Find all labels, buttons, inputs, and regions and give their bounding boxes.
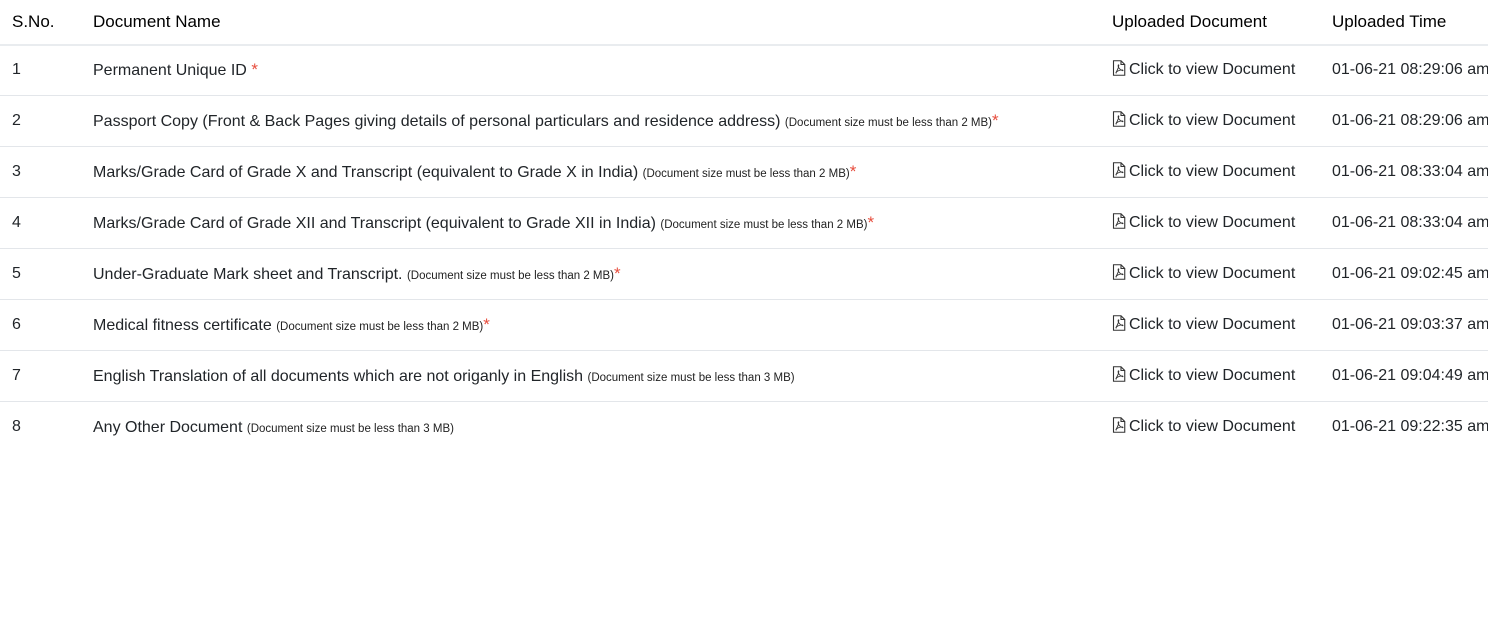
document-size-note: (Document size must be less than 2 MB) bbox=[784, 117, 993, 129]
row-document-name: Under-Graduate Mark sheet and Transcript… bbox=[93, 248, 1112, 300]
pdf-file-icon bbox=[1112, 416, 1126, 433]
row-uploaded-time: 01-06-21 09:02:45 am bbox=[1332, 248, 1488, 300]
row-uploaded-document: Click to view Document bbox=[1112, 45, 1332, 96]
header-row: S.No. Document Name Uploaded Document Up… bbox=[0, 0, 1488, 46]
pdf-file-icon bbox=[1112, 59, 1126, 76]
row-uploaded-document: Click to view Document bbox=[1112, 299, 1332, 351]
view-document-label: Click to view Document bbox=[1129, 112, 1296, 129]
table-row: 1 Permanent Unique ID * Click to view Docu… bbox=[0, 45, 1488, 96]
row-uploaded-time: 01-06-21 08:33:04 am bbox=[1332, 146, 1488, 198]
row-uploaded-document: Click to view Document bbox=[1112, 248, 1332, 300]
row-uploaded-time: 01-06-21 08:29:06 am bbox=[1332, 95, 1488, 147]
row-document-name: Medical fitness certificate (Document si… bbox=[93, 299, 1112, 351]
view-document-label: Click to view Document bbox=[1129, 61, 1296, 78]
document-name: Permanent Unique ID bbox=[93, 62, 247, 79]
table-row: 3 Marks/Grade Card of Grade X and Transcr… bbox=[0, 146, 1488, 198]
required-asterisk: * bbox=[849, 162, 857, 181]
view-document-label: Click to view Document bbox=[1129, 418, 1296, 435]
row-document-name: Permanent Unique ID * bbox=[93, 45, 1112, 96]
row-sno: 7 bbox=[0, 350, 93, 402]
table-row: 4 Marks/Grade Card of Grade XII and Trans… bbox=[0, 197, 1488, 249]
document-name: Marks/Grade Card of Grade X and Transcri… bbox=[93, 164, 639, 181]
row-sno: 6 bbox=[0, 299, 93, 351]
document-size-note: (Document size must be less than 3 MB) bbox=[246, 423, 454, 435]
row-sno: 2 bbox=[0, 95, 93, 147]
document-name: English Translation of all documents whi… bbox=[93, 368, 584, 385]
view-document-link[interactable]: Click to view Document bbox=[1112, 161, 1296, 180]
required-asterisk: * bbox=[251, 60, 258, 79]
row-uploaded-time: 01-06-21 08:29:06 am bbox=[1332, 61, 1488, 78]
row-uploaded-document: Click to view Document bbox=[1112, 401, 1332, 452]
table-row: 6 Medical fitness certificate (Document s… bbox=[0, 299, 1488, 351]
row-sno: 8 bbox=[0, 401, 93, 452]
header-sno: S.No. bbox=[0, 0, 93, 46]
view-document-label: Click to view Document bbox=[1129, 214, 1296, 231]
row-uploaded-time: 01-06-21 09:22:35 am bbox=[1332, 401, 1488, 452]
view-document-link[interactable]: Click to view Document bbox=[1112, 314, 1296, 333]
document-name: Passport Copy (Front & Back Pages giving… bbox=[93, 113, 781, 130]
table-row: 5 Under-Graduate Mark sheet and Transcrip… bbox=[0, 248, 1488, 300]
row-sno: 4 bbox=[0, 197, 93, 249]
header-uploaded-document: Uploaded Document bbox=[1112, 0, 1332, 46]
view-document-link[interactable]: Click to view Document bbox=[1112, 263, 1296, 282]
row-sno: 5 bbox=[0, 248, 93, 300]
table-row: 8 Any Other Document (Document size must … bbox=[0, 401, 1488, 452]
uploaded-documents-table: S.No. Document Name Uploaded Document Up… bbox=[0, 0, 1488, 452]
view-document-label: Click to view Document bbox=[1129, 265, 1296, 282]
row-uploaded-document: Click to view Document bbox=[1112, 146, 1332, 198]
row-sno: 1 bbox=[12, 61, 21, 78]
view-document-link[interactable]: Click to view Document bbox=[1112, 416, 1296, 435]
document-size-note: (Document size must be less than 2 MB) bbox=[406, 270, 615, 282]
table-row: 7 English Translation of all documents wh… bbox=[0, 350, 1488, 402]
required-asterisk: * bbox=[867, 213, 875, 232]
view-document-link[interactable]: Click to view Document bbox=[1112, 59, 1296, 78]
row-document-name: Marks/Grade Card of Grade X and Transcri… bbox=[93, 146, 1112, 198]
view-document-label: Click to view Document bbox=[1129, 367, 1296, 384]
required-asterisk: * bbox=[483, 315, 490, 334]
row-uploaded-time: 01-06-21 08:33:04 am bbox=[1332, 197, 1488, 249]
document-name: Marks/Grade Card of Grade XII and Transc… bbox=[93, 215, 656, 232]
row-uploaded-time: 01-06-21 09:04:49 am bbox=[1332, 350, 1488, 402]
header-document-name: Document Name bbox=[93, 0, 1112, 46]
document-size-note: (Document size must be less than 2 MB) bbox=[642, 168, 850, 180]
pdf-file-icon bbox=[1112, 365, 1126, 382]
row-uploaded-document: Click to view Document bbox=[1112, 197, 1332, 249]
document-size-note: (Document size must be less than 2 MB) bbox=[660, 219, 868, 231]
row-document-name: Marks/Grade Card of Grade XII and Transc… bbox=[93, 197, 1112, 249]
pdf-file-icon bbox=[1112, 161, 1126, 178]
view-document-link[interactable]: Click to view Document bbox=[1112, 365, 1296, 384]
row-document-name: English Translation of all documents whi… bbox=[93, 350, 1112, 402]
table-body: 1 Permanent Unique ID * Click to view Docu… bbox=[0, 45, 1488, 452]
required-asterisk: * bbox=[614, 264, 621, 283]
document-name: Medical fitness certificate bbox=[93, 317, 272, 334]
row-uploaded-document: Click to view Document bbox=[1112, 350, 1332, 402]
pdf-file-icon bbox=[1112, 263, 1126, 280]
view-document-label: Click to view Document bbox=[1129, 163, 1296, 180]
pdf-file-icon bbox=[1112, 314, 1126, 331]
row-document-name: Passport Copy (Front & Back Pages giving… bbox=[93, 95, 1112, 147]
table-header: S.No. Document Name Uploaded Document Up… bbox=[0, 0, 1488, 46]
document-name: Under-Graduate Mark sheet and Transcript… bbox=[93, 266, 403, 283]
document-size-note: (Document size must be less than 2 MB) bbox=[276, 321, 484, 333]
pdf-file-icon bbox=[1112, 110, 1126, 127]
view-document-link[interactable]: Click to view Document bbox=[1112, 110, 1296, 129]
required-asterisk: * bbox=[992, 111, 999, 130]
row-uploaded-document: Click to view Document bbox=[1112, 95, 1332, 147]
row-uploaded-time: 01-06-21 09:03:37 am bbox=[1332, 299, 1488, 351]
row-sno: 3 bbox=[0, 146, 93, 198]
table-row: 2 Passport Copy (Front & Back Pages givin… bbox=[0, 95, 1488, 147]
pdf-file-icon bbox=[1112, 212, 1126, 229]
document-name: Any Other Document bbox=[93, 419, 243, 436]
row-document-name: Any Other Document (Document size must b… bbox=[93, 401, 1112, 452]
view-document-label: Click to view Document bbox=[1129, 316, 1296, 333]
document-size-note: (Document size must be less than 3 MB) bbox=[587, 372, 795, 384]
view-document-link[interactable]: Click to view Document bbox=[1112, 212, 1296, 231]
header-uploaded-time: Uploaded Time bbox=[1332, 0, 1488, 46]
